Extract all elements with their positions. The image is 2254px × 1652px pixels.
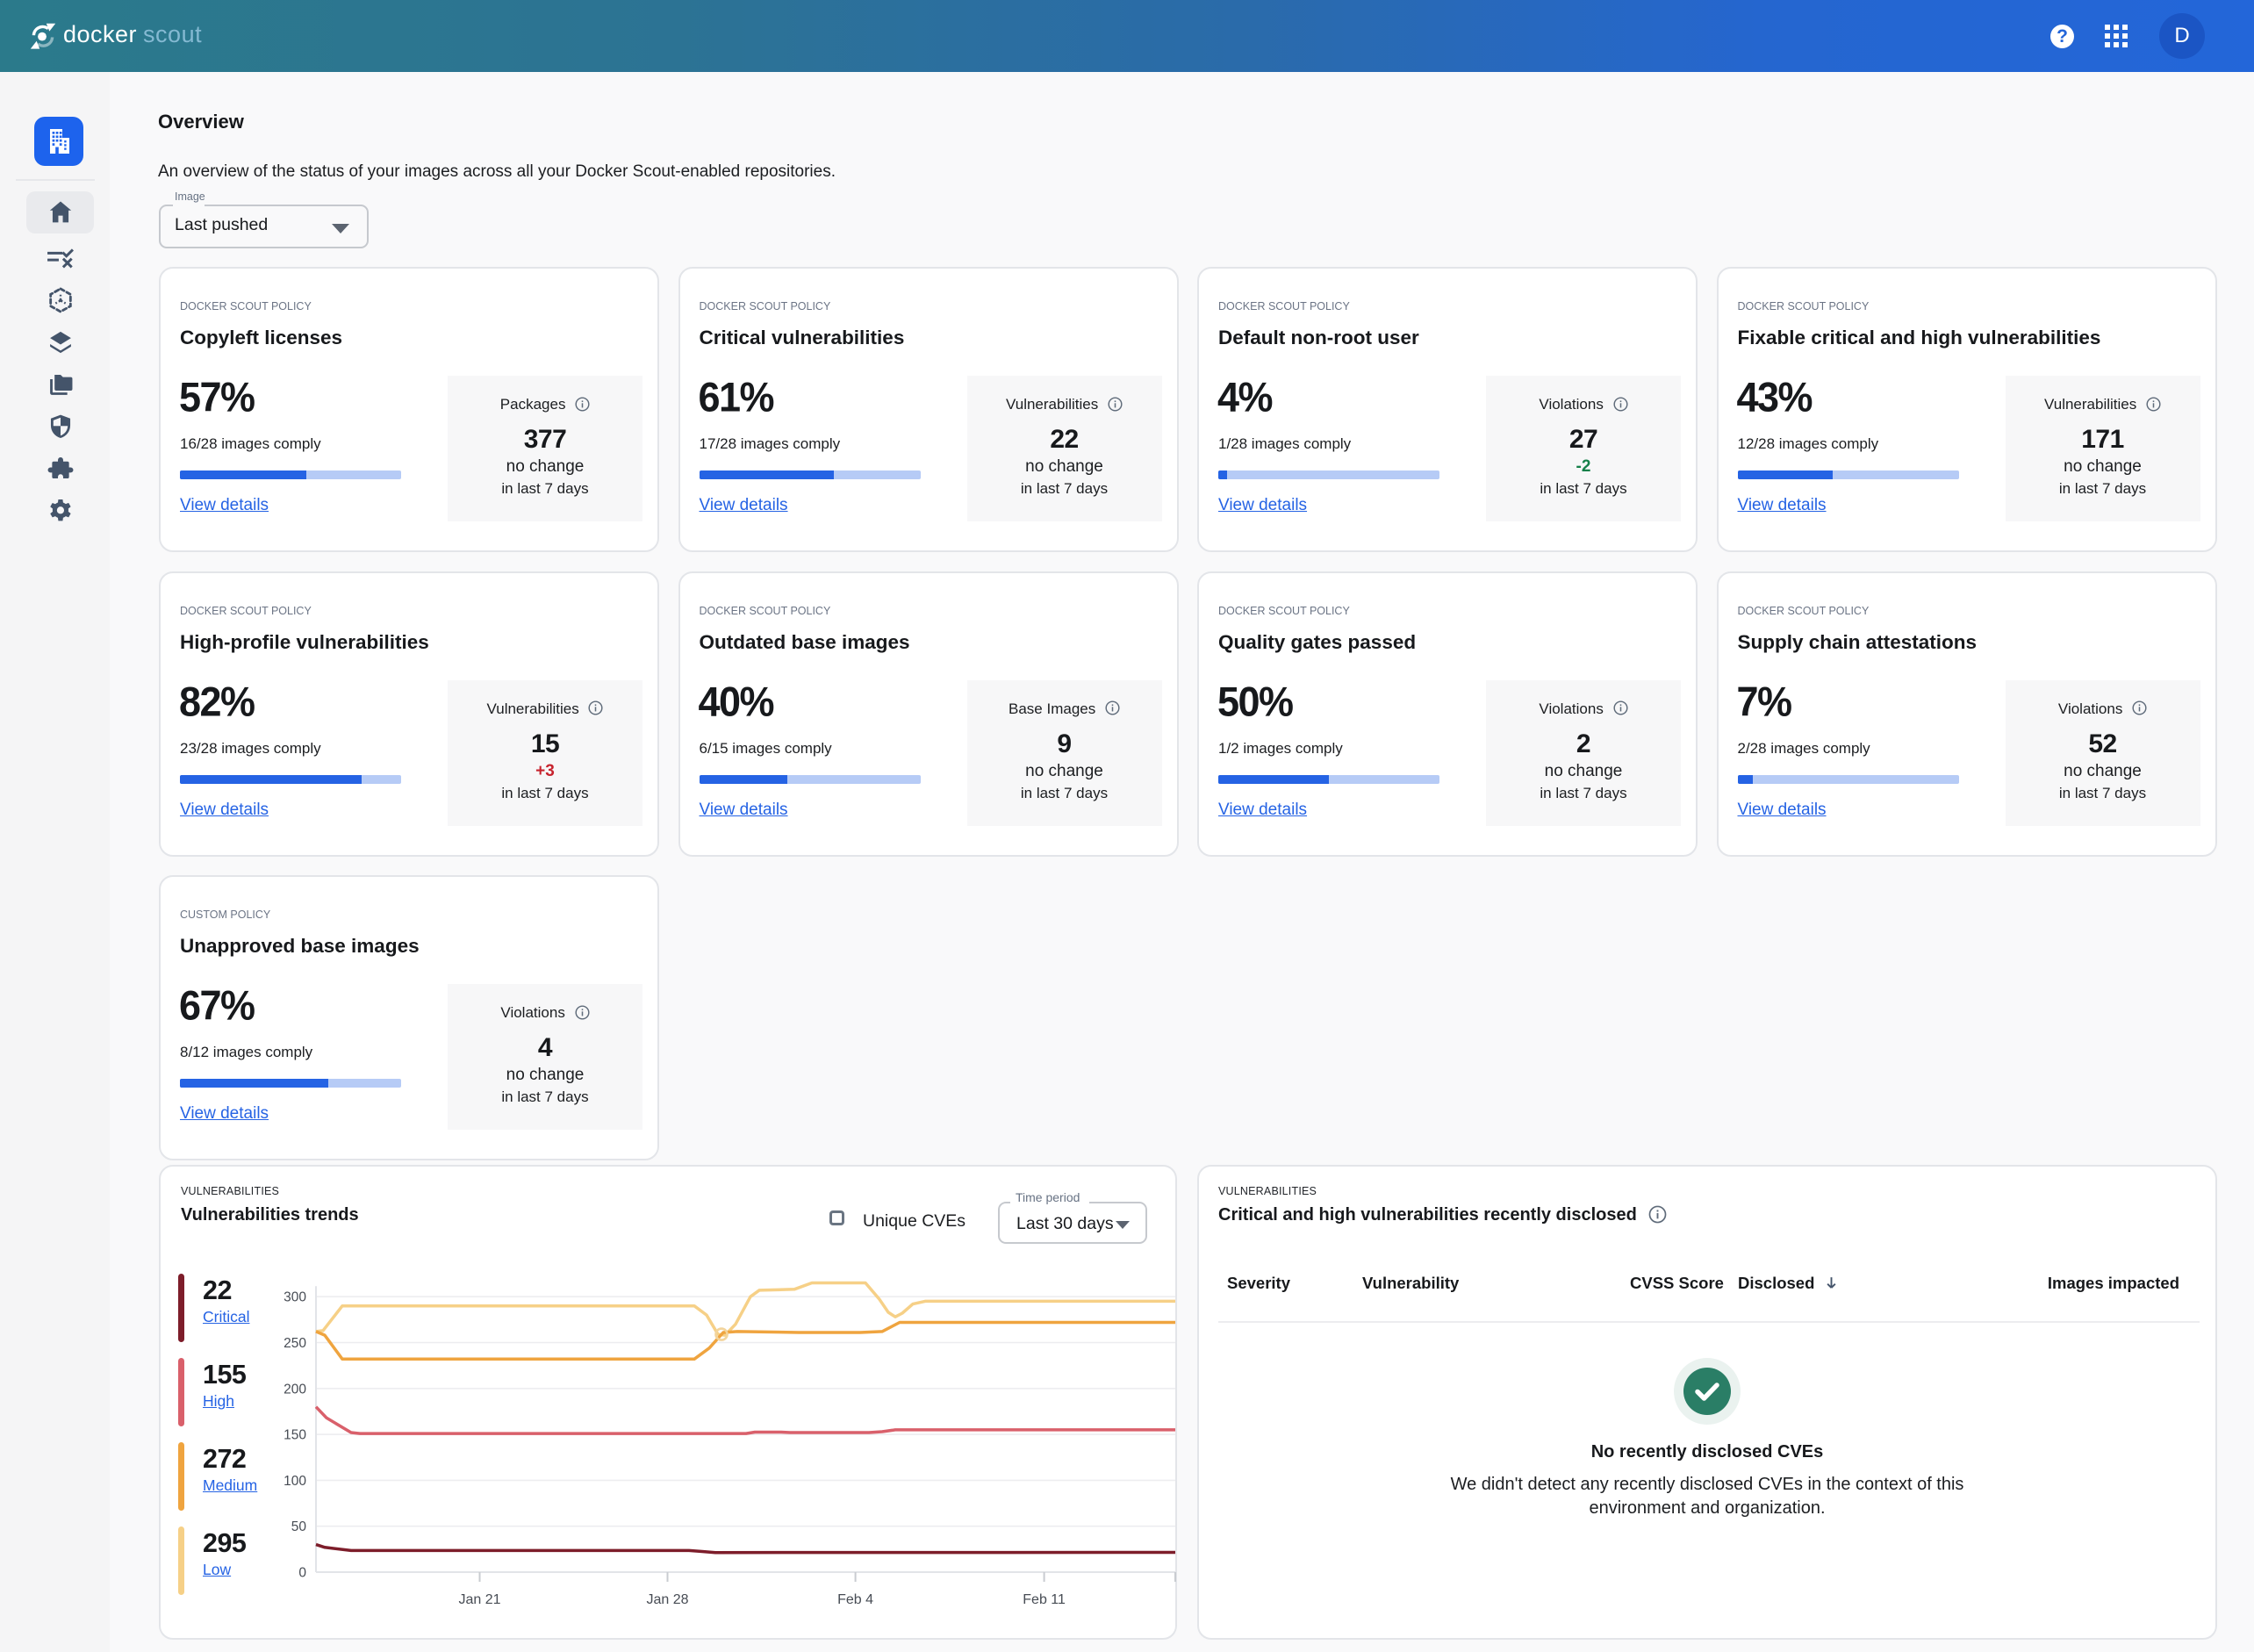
svg-text:Feb 4: Feb 4 xyxy=(837,1592,873,1607)
svg-text:Jan 28: Jan 28 xyxy=(646,1592,688,1607)
svg-text:100: 100 xyxy=(284,1474,306,1489)
svg-text:0: 0 xyxy=(298,1566,306,1581)
svg-text:Feb 11: Feb 11 xyxy=(1023,1592,1066,1607)
svg-text:300: 300 xyxy=(284,1290,306,1305)
svg-text:150: 150 xyxy=(284,1428,306,1443)
svg-text:50: 50 xyxy=(291,1519,307,1534)
svg-text:200: 200 xyxy=(284,1382,306,1397)
svg-text:250: 250 xyxy=(284,1336,306,1351)
svg-text:Jan 21: Jan 21 xyxy=(458,1592,500,1607)
